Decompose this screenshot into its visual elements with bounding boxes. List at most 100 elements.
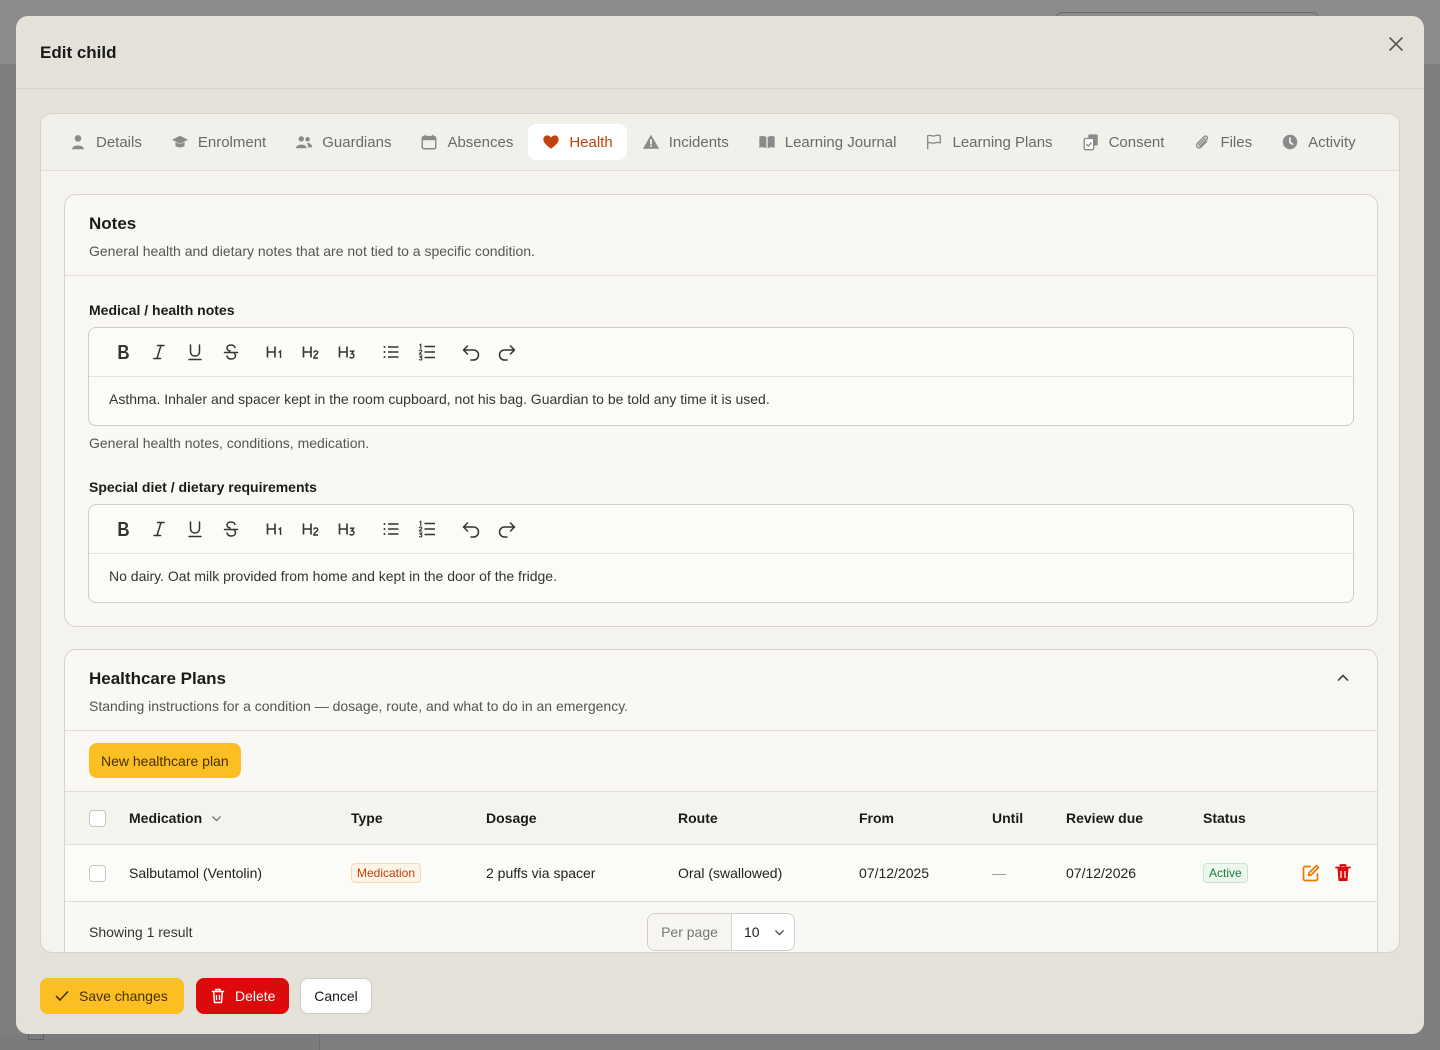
table-footer: Showing 1 result Per page 10 [65, 902, 1377, 952]
heading-2-button[interactable] [293, 334, 329, 370]
tab-health[interactable]: Health [528, 124, 627, 160]
redo-button[interactable] [489, 511, 525, 547]
tab-label: Consent [1108, 133, 1165, 151]
undo-button[interactable] [453, 334, 489, 370]
per-page-value: 10 [744, 924, 760, 940]
column-review-due: Review due [1066, 810, 1144, 826]
column-from: From [859, 810, 894, 826]
underline-button[interactable] [177, 334, 213, 370]
diet-label: Special diet / dietary requirements [89, 479, 317, 495]
healthcare-divider [65, 730, 1377, 731]
trash-icon [211, 988, 225, 1004]
redo-button[interactable] [489, 334, 525, 370]
heading-2-button[interactable] [293, 511, 329, 547]
medical-notes-content[interactable]: Asthma. Inhaler and spacer kept in the r… [89, 377, 1353, 421]
tab-learning-plans[interactable]: Learning Plans [911, 124, 1066, 160]
bullet-list-button[interactable] [373, 511, 409, 547]
edit-child-modal: Edit child Details Enrolment Guardians A… [16, 16, 1424, 1034]
tab-label: Files [1220, 133, 1253, 151]
cancel-button[interactable]: Cancel [300, 978, 372, 1014]
cell-dosage: 2 puffs via spacer [486, 865, 596, 881]
save-changes-button[interactable]: Save changes [40, 978, 184, 1014]
italic-button[interactable] [141, 334, 177, 370]
tab-label: Guardians [322, 133, 392, 151]
document-check-icon [1083, 134, 1098, 151]
trash-icon[interactable] [1333, 863, 1353, 883]
heading-1-button[interactable] [257, 511, 293, 547]
warning-triangle-icon [642, 134, 659, 149]
bullet-list-button[interactable] [373, 334, 409, 370]
bold-button[interactable] [105, 511, 141, 547]
paperclip-icon [1196, 135, 1209, 149]
strikethrough-button[interactable] [213, 334, 249, 370]
heading-3-icon [338, 346, 356, 359]
underline-button[interactable] [177, 511, 213, 547]
tab-bar: Details Enrolment Guardians Absences Hea… [41, 114, 1399, 171]
column-medication[interactable]: Medication [129, 792, 223, 844]
table-row[interactable]: Salbutamol (Ventolin) Medication 2 puffs… [65, 845, 1377, 902]
content-panel: Details Enrolment Guardians Absences Hea… [40, 113, 1400, 953]
italic-icon [153, 521, 165, 537]
table-header: Medication Type Dosage Route From Until … [65, 791, 1377, 845]
tab-label: Details [96, 133, 142, 151]
close-icon[interactable] [1386, 34, 1406, 54]
edit-icon[interactable] [1301, 863, 1321, 883]
editor-toolbar [89, 505, 1353, 554]
tab-consent[interactable]: Consent [1068, 124, 1179, 160]
heading-1-icon [266, 346, 282, 358]
user-icon [72, 135, 84, 150]
strikethrough-button[interactable] [213, 511, 249, 547]
bold-icon [118, 345, 129, 359]
healthcare-plans-description: Standing instructions for a condition — … [89, 698, 629, 714]
chevron-up-icon[interactable] [1335, 670, 1351, 686]
new-healthcare-plan-button[interactable]: New healthcare plan [89, 743, 241, 778]
cell-review-due: 07/12/2026 [1066, 865, 1137, 881]
tab-guardians[interactable]: Guardians [281, 124, 405, 160]
chevron-down-icon [212, 815, 221, 821]
undo-icon [462, 345, 480, 361]
select-all-checkbox[interactable] [89, 809, 106, 827]
redo-icon [498, 522, 516, 538]
clock-icon [1282, 134, 1298, 150]
italic-button[interactable] [141, 511, 177, 547]
bullet-list-icon [383, 346, 399, 358]
delete-label: Delete [235, 988, 276, 1004]
cell-route: Oral (swallowed) [678, 865, 783, 881]
column-status: Status [1203, 810, 1246, 826]
calendar-icon [421, 134, 437, 150]
tab-activity[interactable]: Activity [1267, 124, 1370, 160]
tab-learning-journal[interactable]: Learning Journal [744, 124, 911, 160]
italic-icon [153, 344, 165, 360]
chevron-down-icon [774, 929, 784, 935]
heading-3-button[interactable] [329, 334, 365, 370]
tab-enrolment[interactable]: Enrolment [157, 124, 280, 160]
numbered-list-button[interactable] [409, 511, 445, 547]
graduation-cap-icon [171, 135, 188, 148]
notes-title: Notes [89, 214, 137, 233]
per-page-control: Per page 10 [647, 913, 795, 951]
type-badge: Medication [351, 863, 422, 883]
numbered-list-button[interactable] [409, 334, 445, 370]
bold-button[interactable] [105, 334, 141, 370]
heading-1-button[interactable] [257, 334, 293, 370]
tab-label: Incidents [668, 133, 729, 151]
results-count: Showing 1 result [89, 924, 193, 940]
per-page-select[interactable]: 10 [732, 914, 794, 950]
strikethrough-icon [223, 344, 239, 360]
tab-incidents[interactable]: Incidents [628, 124, 743, 160]
row-checkbox[interactable] [89, 864, 106, 882]
undo-button[interactable] [453, 511, 489, 547]
heading-3-button[interactable] [329, 511, 365, 547]
tab-files[interactable]: Files [1179, 124, 1266, 160]
notes-divider [65, 275, 1377, 276]
tab-absences[interactable]: Absences [406, 124, 527, 160]
status-badge: Active [1203, 863, 1248, 883]
column-type: Type [351, 810, 383, 826]
flag-icon [927, 134, 942, 150]
tab-details[interactable]: Details [55, 124, 156, 160]
delete-button[interactable]: Delete [196, 978, 289, 1014]
strikethrough-icon [223, 521, 239, 537]
save-label: Save changes [79, 988, 168, 1004]
notes-description: General health and dietary notes that ar… [89, 243, 535, 259]
diet-content[interactable]: No dairy. Oat milk provided from home an… [89, 554, 1353, 598]
